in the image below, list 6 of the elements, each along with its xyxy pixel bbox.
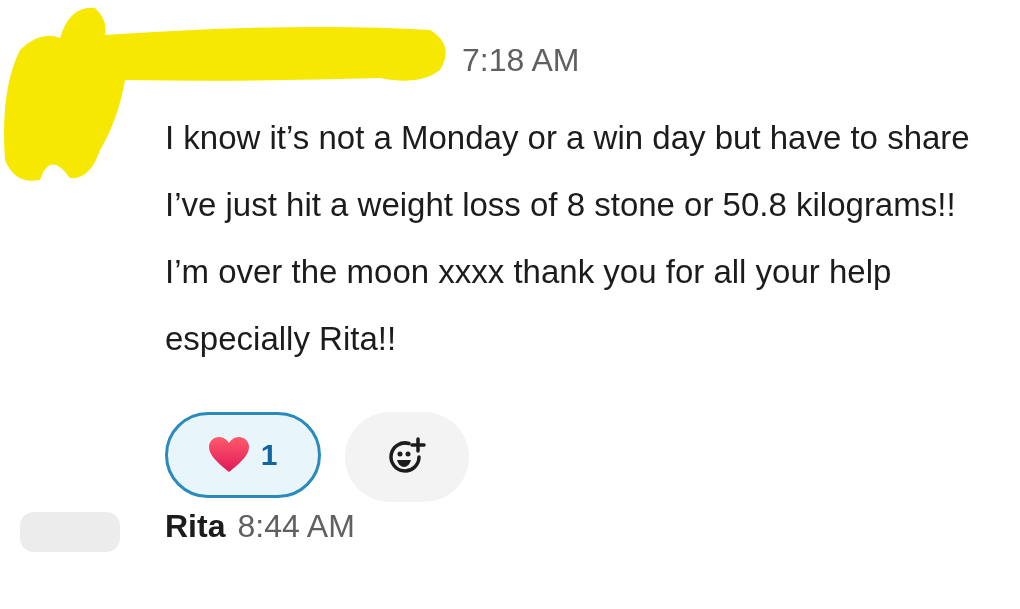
- message-text: I know it’s not a Monday or a win day but have to share I’ve just hit a weight loss of 8 stone or 50.8 kilograms!! I’m over the moon xxxx thank you for all your help especially Rita!!: [165, 118, 971, 359]
- message-time: 8:44 AM: [237, 508, 355, 545]
- author-name[interactable]: Rita: [165, 508, 226, 545]
- message-time: 7:18 AM: [462, 42, 580, 78]
- heart-icon: [208, 437, 249, 473]
- reaction-button[interactable]: 1: [165, 412, 321, 498]
